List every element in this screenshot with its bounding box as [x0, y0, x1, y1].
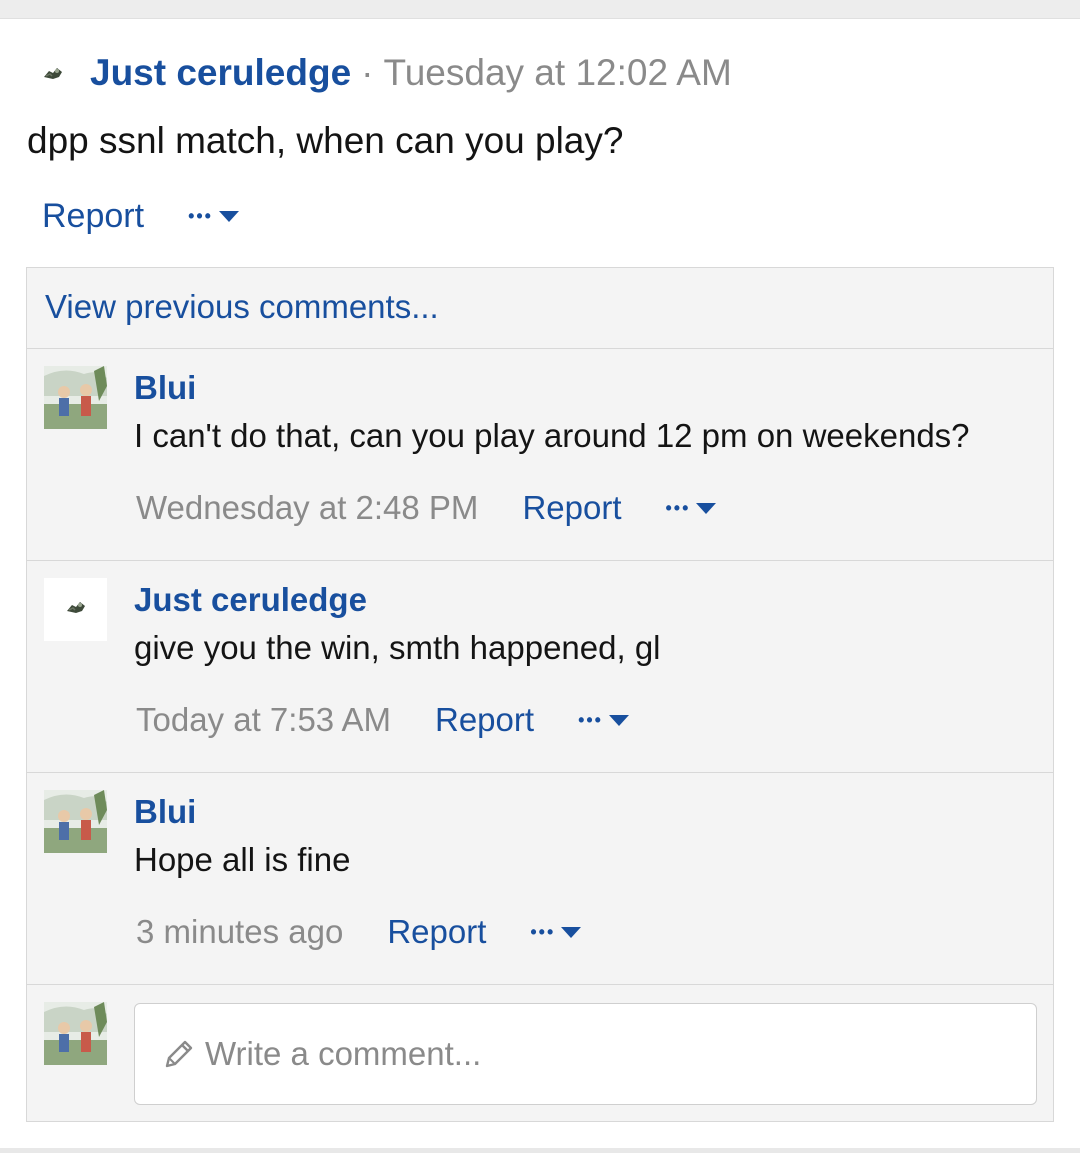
- ellipsis-icon: •••: [665, 497, 691, 518]
- chevron-down-icon: [608, 714, 629, 726]
- comment-author-link[interactable]: Just ceruledge: [134, 581, 367, 619]
- avatar: [44, 1002, 107, 1065]
- post-body: dpp ssnl match, when can you play?: [27, 120, 624, 161]
- comment-meta: 3 minutes ago Report •••: [136, 913, 582, 951]
- meta-separator: ·: [361, 52, 374, 93]
- comment-author-link[interactable]: Blui: [134, 793, 196, 831]
- more-actions-button[interactable]: •••: [188, 206, 239, 227]
- more-actions-button[interactable]: •••: [530, 921, 582, 943]
- comment-input[interactable]: Write a comment...: [134, 1003, 1037, 1105]
- avatar[interactable]: [44, 578, 107, 641]
- post-author-link[interactable]: Just ceruledge: [90, 52, 351, 94]
- chevron-down-icon: [561, 926, 582, 938]
- ellipsis-icon: •••: [578, 709, 603, 730]
- chevron-down-icon: [696, 502, 717, 514]
- report-button[interactable]: Report: [435, 701, 534, 739]
- comment-timestamp[interactable]: Wednesday at 2:48 PM: [136, 489, 478, 527]
- chevron-down-icon: [218, 211, 239, 222]
- comment-meta: Today at 7:53 AM Report •••: [136, 701, 629, 739]
- bottom-divider: [0, 1148, 1080, 1153]
- view-previous-comments-link[interactable]: View previous comments...: [45, 288, 439, 326]
- comment-placeholder: Write a comment...: [205, 1035, 482, 1072]
- more-actions-button[interactable]: •••: [666, 498, 717, 519]
- avatar[interactable]: [44, 790, 107, 853]
- ellipsis-icon: •••: [530, 921, 556, 942]
- comment-text: Hope all is fine: [134, 841, 351, 878]
- report-button[interactable]: Report: [522, 489, 621, 527]
- comments-panel: View previous comments... Blui I can't d…: [26, 267, 1054, 1122]
- post-header: Just ceruledge · Tuesday at 12:02 AM: [40, 50, 732, 96]
- comment-item: Blui I can't do that, can you play aroun…: [27, 348, 1053, 560]
- write-comment-row: Write a comment...: [27, 984, 1053, 1123]
- comment-item: Just ceruledge give you the win, smth ha…: [27, 560, 1053, 772]
- top-divider: [0, 0, 1080, 19]
- comment-item: Blui Hope all is fine 3 minutes ago Repo…: [27, 772, 1053, 984]
- report-button[interactable]: Report: [387, 913, 486, 951]
- pencil-icon: [165, 1040, 193, 1068]
- pokemon-sprite-icon[interactable]: [40, 60, 66, 86]
- comment-text: I can't do that, can you play around 12 …: [134, 417, 970, 454]
- post-actions: Report •••: [42, 197, 239, 236]
- pokemon-sprite-icon: [63, 597, 89, 622]
- report-button[interactable]: Report: [42, 197, 144, 236]
- comment-timestamp[interactable]: 3 minutes ago: [136, 913, 343, 951]
- comment-timestamp[interactable]: Today at 7:53 AM: [136, 701, 391, 739]
- comment-text: give you the win, smth happened, gl: [134, 629, 661, 666]
- avatar[interactable]: [44, 366, 107, 429]
- ellipsis-icon: •••: [188, 206, 213, 226]
- post-timestamp[interactable]: Tuesday at 12:02 AM: [383, 52, 731, 94]
- comment-meta: Wednesday at 2:48 PM Report •••: [136, 489, 717, 527]
- comment-author-link[interactable]: Blui: [134, 369, 196, 407]
- more-actions-button[interactable]: •••: [578, 710, 629, 731]
